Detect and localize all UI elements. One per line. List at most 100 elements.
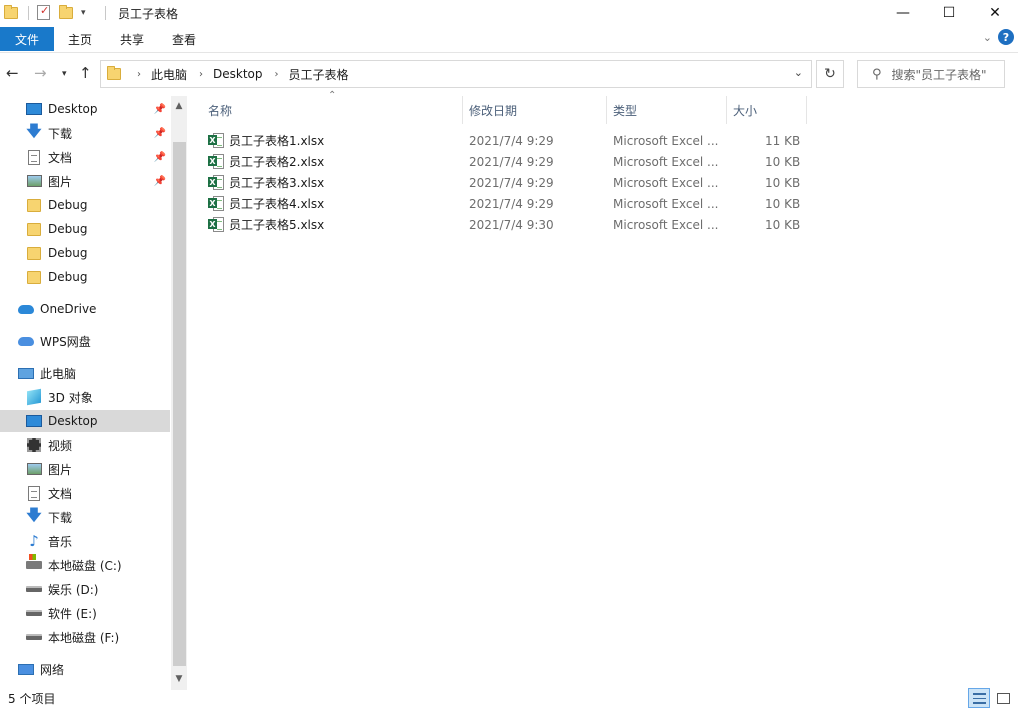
windows-drive-icon xyxy=(26,554,42,569)
sidebar-item-downloads[interactable]: 🡇 下载 xyxy=(0,506,170,528)
search-placeholder: 搜索"员工子表格" xyxy=(891,67,987,82)
expand-ribbon-chevron-icon[interactable]: ⌄ xyxy=(983,31,992,44)
wps-cloud-icon xyxy=(18,336,34,346)
breadcrumb-desktop[interactable]: Desktop xyxy=(213,67,263,81)
excel-file-icon: X xyxy=(208,154,224,169)
scroll-up-arrow-icon[interactable]: ▲ xyxy=(171,98,187,114)
breadcrumb-separator-icon[interactable]: › xyxy=(275,69,279,80)
breadcrumb-this-pc[interactable]: 此电脑 xyxy=(151,66,187,83)
column-header-size[interactable]: 大小 xyxy=(727,96,807,124)
address-dropdown-chevron-icon[interactable]: ⌄ xyxy=(794,66,803,79)
file-name: 员工子表格3.xlsx xyxy=(229,176,325,190)
sidebar-item-onedrive[interactable]: OneDrive xyxy=(0,298,170,320)
sidebar-item-label: 图片 xyxy=(48,174,73,189)
sidebar-item-3d-objects[interactable]: 3D 对象 xyxy=(0,386,170,408)
desktop-icon xyxy=(26,415,42,427)
excel-file-icon: X xyxy=(208,175,224,190)
navigation-pane: Desktop 📌 🡇 下载 📌 文档 📌 图片 📌 Debug Debug D… xyxy=(0,96,187,690)
sidebar-item-debug[interactable]: Debug xyxy=(0,194,170,216)
download-arrow-icon: 🡇 xyxy=(26,505,42,524)
scroll-down-arrow-icon[interactable]: ▼ xyxy=(171,671,187,687)
sidebar-item-label: 下载 xyxy=(48,510,73,525)
column-divider[interactable] xyxy=(806,96,807,124)
window-title: 员工子表格 xyxy=(118,6,179,21)
up-arrow-icon[interactable]: ↑ xyxy=(79,64,92,82)
navigation-bar: ← → ▾ ↑ › 此电脑 › Desktop › 员工子表格 ⌄ ↻ ⚲ 搜索… xyxy=(0,58,1018,90)
tab-file[interactable]: 文件 xyxy=(0,27,55,51)
title-bar: ▾ 员工子表格 — ☐ ✕ xyxy=(0,0,1018,26)
sidebar-item-debug[interactable]: Debug xyxy=(0,242,170,264)
table-row[interactable]: X 员工子表格1.xlsx 2021/7/4 9:29 Microsoft Ex… xyxy=(188,130,808,151)
column-header-modified[interactable]: 修改日期 xyxy=(463,96,607,124)
sidebar-item-label: Debug xyxy=(48,270,88,284)
sidebar-item-documents-quick[interactable]: 文档 📌 xyxy=(0,146,170,168)
sidebar-item-documents[interactable]: 文档 xyxy=(0,482,170,504)
sidebar-item-label: OneDrive xyxy=(40,302,97,316)
search-box[interactable]: ⚲ 搜索"员工子表格" xyxy=(857,60,1005,88)
tab-view[interactable]: 查看 xyxy=(158,27,210,51)
sidebar-item-label: Debug xyxy=(48,198,88,212)
folder-icon xyxy=(107,66,121,80)
pin-icon: 📌 xyxy=(153,103,166,115)
forward-arrow-icon[interactable]: → xyxy=(34,64,47,82)
breadcrumb-separator-icon[interactable]: › xyxy=(199,69,203,80)
recent-locations-chevron-icon[interactable]: ▾ xyxy=(62,69,67,79)
excel-file-icon: X xyxy=(208,217,224,232)
sidebar-item-this-pc[interactable]: 此电脑 xyxy=(0,362,170,384)
sidebar-item-music[interactable]: ♪ 音乐 xyxy=(0,530,170,552)
maximize-button[interactable]: ☐ xyxy=(926,0,972,26)
breadcrumb-current-folder[interactable]: 员工子表格 xyxy=(289,66,349,83)
minimize-button[interactable]: — xyxy=(880,0,926,26)
breadcrumb-separator-icon[interactable]: › xyxy=(137,69,141,80)
new-folder-icon[interactable] xyxy=(59,5,75,21)
sidebar-item-downloads-quick[interactable]: 🡇 下载 📌 xyxy=(0,122,170,144)
pin-icon: 📌 xyxy=(153,127,166,139)
sidebar-item-desktop-quick[interactable]: Desktop 📌 xyxy=(0,98,170,120)
sidebar-item-pictures-quick[interactable]: 图片 📌 xyxy=(0,170,170,192)
picture-icon xyxy=(26,463,42,475)
tab-home[interactable]: 主页 xyxy=(54,27,106,51)
sidebar-item-drive-f[interactable]: 本地磁盘 (F:) xyxy=(0,626,170,648)
sidebar-item-label: Debug xyxy=(48,222,88,236)
drive-icon xyxy=(26,586,42,592)
file-size: 10 KB xyxy=(765,154,801,169)
column-header-type[interactable]: 类型 xyxy=(607,96,727,124)
file-size: 10 KB xyxy=(765,175,801,190)
computer-icon xyxy=(18,367,34,379)
large-icons-view-button[interactable] xyxy=(992,688,1014,708)
properties-icon[interactable] xyxy=(37,4,53,21)
address-bar[interactable]: › 此电脑 › Desktop › 员工子表格 ⌄ xyxy=(100,60,812,88)
sidebar-item-pictures[interactable]: 图片 xyxy=(0,458,170,480)
table-row[interactable]: X 员工子表格2.xlsx 2021/7/4 9:29 Microsoft Ex… xyxy=(188,151,808,172)
back-arrow-icon[interactable]: ← xyxy=(6,64,19,82)
sidebar-item-debug[interactable]: Debug xyxy=(0,266,170,288)
sidebar-item-debug[interactable]: Debug xyxy=(0,218,170,240)
sidebar-item-label: 视频 xyxy=(48,438,73,453)
sidebar-item-drive-d[interactable]: 娱乐 (D:) xyxy=(0,578,170,600)
refresh-button[interactable]: ↻ xyxy=(816,60,844,88)
file-type: Microsoft Excel ... xyxy=(613,154,719,169)
close-button[interactable]: ✕ xyxy=(972,0,1018,26)
customize-toolbar-chevron-icon[interactable]: ▾ xyxy=(81,5,97,21)
table-row[interactable]: X 员工子表格4.xlsx 2021/7/4 9:29 Microsoft Ex… xyxy=(188,193,808,214)
sidebar-item-label: 下载 xyxy=(48,126,73,141)
sidebar-item-label: 文档 xyxy=(48,150,73,165)
file-size: 11 KB xyxy=(765,133,801,148)
file-modified: 2021/7/4 9:30 xyxy=(469,217,554,232)
table-row[interactable]: X 员工子表格5.xlsx 2021/7/4 9:30 Microsoft Ex… xyxy=(188,214,808,235)
help-button[interactable]: ? xyxy=(998,29,1014,45)
sidebar-item-drive-e[interactable]: 软件 (E:) xyxy=(0,602,170,624)
video-icon xyxy=(27,438,41,452)
tab-share[interactable]: 共享 xyxy=(106,27,158,51)
column-header-name[interactable]: 名称 xyxy=(202,96,462,124)
sidebar-item-network[interactable]: 网络 xyxy=(0,658,170,680)
sidebar-scrollbar-thumb[interactable] xyxy=(173,142,186,666)
sidebar-item-desktop[interactable]: Desktop xyxy=(0,410,170,432)
sidebar-item-drive-c[interactable]: 本地磁盘 (C:) xyxy=(0,554,170,576)
table-row[interactable]: X 员工子表格3.xlsx 2021/7/4 9:29 Microsoft Ex… xyxy=(188,172,808,193)
sidebar-item-label: 图片 xyxy=(48,462,73,477)
details-view-button[interactable] xyxy=(968,688,990,708)
sidebar-item-wps[interactable]: WPS网盘 xyxy=(0,330,170,352)
drive-icon xyxy=(26,634,42,640)
sidebar-item-videos[interactable]: 视频 xyxy=(0,434,170,456)
